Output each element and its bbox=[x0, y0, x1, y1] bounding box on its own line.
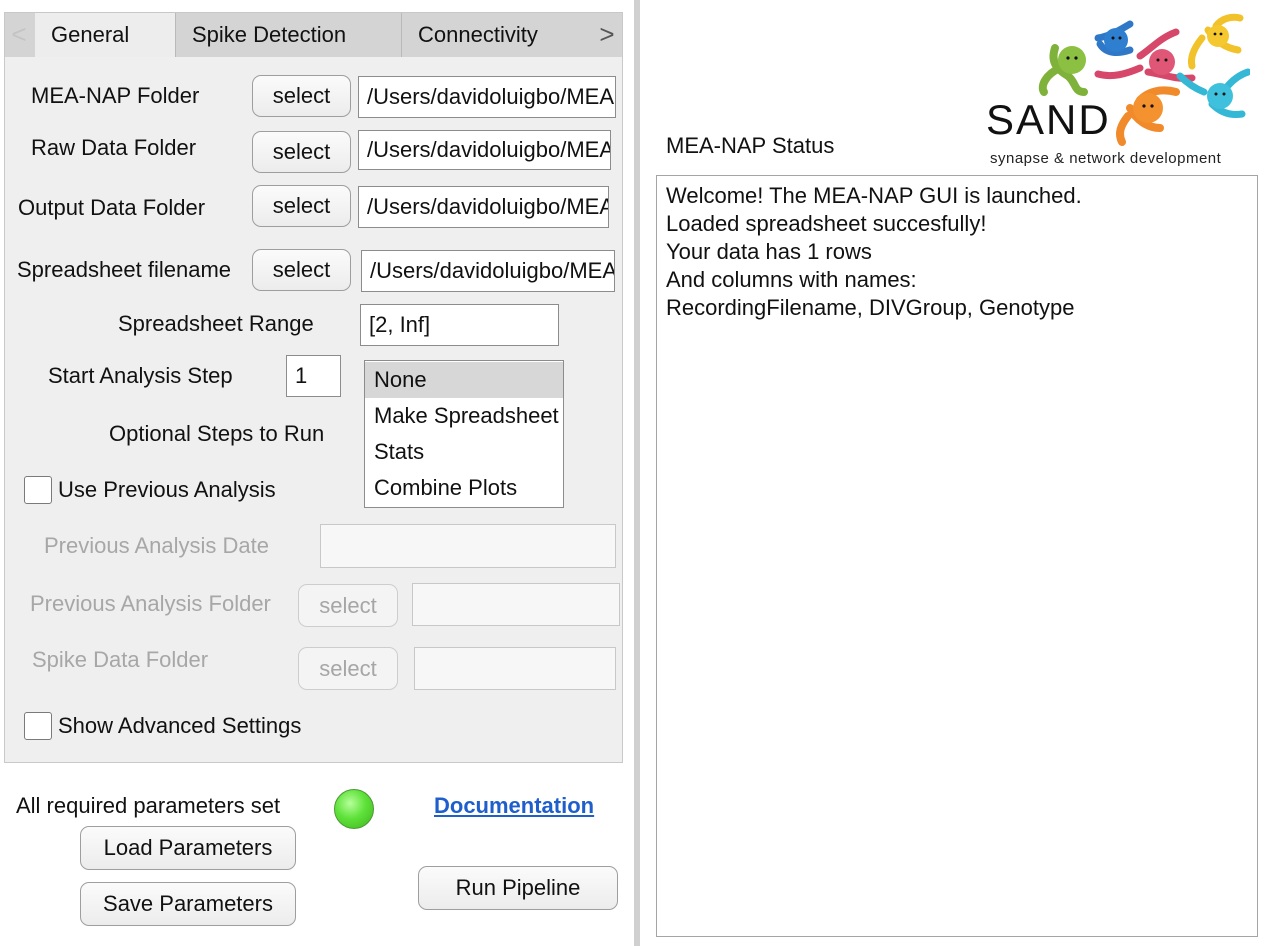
status-line: And columns with names: bbox=[666, 267, 917, 292]
tab-spike-detection[interactable]: Spike Detection bbox=[176, 13, 402, 57]
optional-step-none[interactable]: None bbox=[365, 362, 563, 398]
sand-logo-text: SAND bbox=[986, 96, 1111, 143]
raw-data-folder-field[interactable]: /Users/davidoluigbo/MEA-NAP bbox=[358, 130, 611, 170]
start-analysis-step-field[interactable]: 1 bbox=[286, 355, 341, 397]
status-line: Welcome! The MEA-NAP GUI is launched. bbox=[666, 183, 1082, 208]
tab-general[interactable]: General bbox=[35, 13, 176, 57]
spreadsheet-range-field[interactable]: [2, Inf] bbox=[360, 304, 559, 346]
spike-data-folder-select-button[interactable]: select bbox=[298, 647, 398, 690]
optional-steps-label: Optional Steps to Run bbox=[109, 421, 325, 446]
status-line: Loaded spreadsheet succesfully! bbox=[666, 211, 987, 236]
status-line: Your data has 1 rows bbox=[666, 239, 872, 264]
output-data-folder-select-button[interactable]: select bbox=[252, 185, 351, 227]
spreadsheet-range-label: Spreadsheet Range bbox=[118, 311, 314, 336]
status-log[interactable]: Welcome! The MEA-NAP GUI is launched. Lo… bbox=[656, 175, 1258, 937]
previous-analysis-folder-label: Previous Analysis Folder bbox=[30, 591, 271, 616]
spike-data-folder-field[interactable] bbox=[414, 647, 616, 690]
spike-data-folder-label: Spike Data Folder bbox=[32, 647, 209, 672]
spreadsheet-filename-select-button[interactable]: select bbox=[252, 249, 351, 291]
params-status-indicator bbox=[334, 789, 374, 829]
show-advanced-settings-label: Show Advanced Settings bbox=[58, 713, 302, 738]
use-previous-analysis-checkbox[interactable] bbox=[24, 476, 52, 504]
panel-divider[interactable] bbox=[634, 0, 640, 946]
optional-step-combine-plots[interactable]: Combine Plots bbox=[365, 470, 563, 506]
mea-nap-folder-select-button[interactable]: select bbox=[252, 75, 351, 117]
mea-nap-folder-field[interactable]: /Users/davidoluigbo/MEA-NAP bbox=[358, 76, 616, 118]
raw-data-folder-select-button[interactable]: select bbox=[252, 131, 351, 173]
sand-logo bbox=[1038, 13, 1250, 146]
spreadsheet-filename-label: Spreadsheet filename bbox=[17, 257, 232, 282]
start-analysis-step-label: Start Analysis Step bbox=[48, 363, 233, 388]
raw-data-folder-label: Raw Data Folder bbox=[31, 135, 197, 160]
tab-scroll-left-icon[interactable]: < bbox=[5, 13, 33, 57]
tab-connectivity[interactable]: Connectivity bbox=[402, 13, 592, 57]
output-data-folder-label: Output Data Folder bbox=[18, 195, 206, 220]
output-data-folder-field[interactable]: /Users/davidoluigbo/MEA-NAP bbox=[358, 186, 609, 228]
optional-step-make-spreadsheet[interactable]: Make Spreadsheet bbox=[365, 398, 563, 434]
load-parameters-button[interactable]: Load Parameters bbox=[80, 826, 296, 870]
show-advanced-settings-checkbox[interactable] bbox=[24, 712, 52, 740]
spreadsheet-filename-field[interactable]: /Users/davidoluigbo/MEA-NAP bbox=[361, 250, 615, 292]
optional-step-stats[interactable]: Stats bbox=[365, 434, 563, 470]
mea-nap-folder-label: MEA-NAP Folder bbox=[31, 83, 200, 108]
status-panel-title: MEA-NAP Status bbox=[666, 133, 835, 158]
params-status-label: All required parameters set bbox=[16, 793, 281, 818]
sand-logo-tagline: synapse & network development bbox=[990, 150, 1222, 167]
optional-steps-listbox[interactable]: None Make Spreadsheet Stats Combine Plot… bbox=[364, 360, 564, 508]
use-previous-analysis-label: Use Previous Analysis bbox=[58, 477, 276, 502]
previous-analysis-folder-select-button[interactable]: select bbox=[298, 584, 398, 627]
documentation-link[interactable]: Documentation bbox=[434, 793, 594, 819]
previous-analysis-date-field[interactable] bbox=[320, 524, 616, 568]
previous-analysis-folder-field[interactable] bbox=[412, 583, 620, 626]
previous-analysis-date-label: Previous Analysis Date bbox=[44, 533, 269, 558]
tab-scroll-right-icon[interactable]: > bbox=[593, 13, 621, 57]
status-line: RecordingFilename, DIVGroup, Genotype bbox=[666, 295, 1075, 320]
save-parameters-button[interactable]: Save Parameters bbox=[80, 882, 296, 926]
run-pipeline-button[interactable]: Run Pipeline bbox=[418, 866, 618, 910]
tab-bar: < General Spike Detection Connectivity > bbox=[4, 12, 623, 58]
